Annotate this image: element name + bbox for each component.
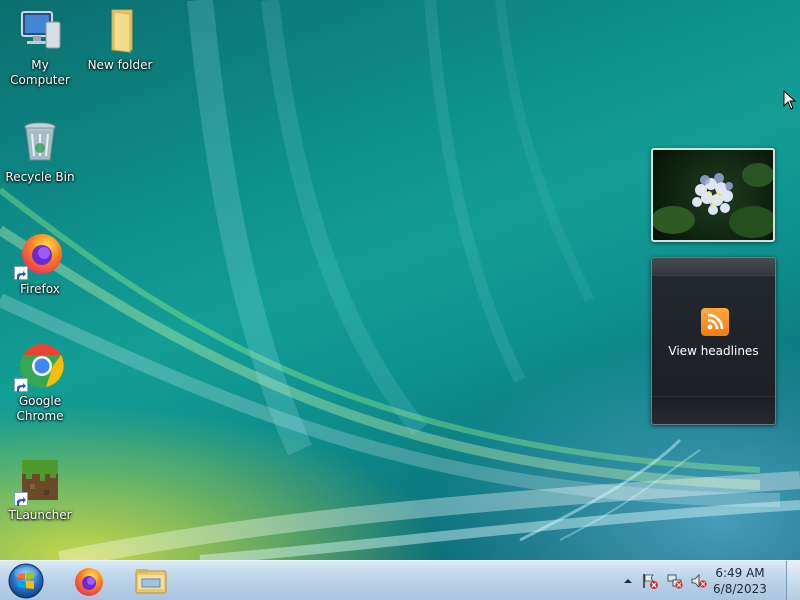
desktop-icon-recycle-bin[interactable]: Recycle Bin	[0, 118, 80, 185]
minecraft-grass-icon	[14, 456, 64, 506]
network-icon[interactable]	[667, 573, 683, 589]
mouse-cursor-icon	[783, 90, 797, 110]
taskbar-explorer-button[interactable]	[126, 563, 176, 599]
feed-headlines-gadget[interactable]: View headlines	[651, 257, 776, 425]
desktop-icon-label: My Computer	[10, 58, 70, 87]
recycle-bin-icon	[16, 118, 64, 166]
taskbar-firefox-button[interactable]	[64, 563, 114, 599]
windows-explorer-icon	[135, 569, 167, 594]
windows-orb-icon	[8, 563, 44, 599]
gadget-header	[652, 258, 775, 276]
desktop-icon-google-chrome[interactable]: Google Chrome	[0, 342, 80, 424]
shortcut-arrow-icon	[14, 266, 28, 280]
desktop-icon-label: TLauncher	[8, 508, 72, 522]
firefox-icon	[75, 568, 103, 596]
volume-muted-icon[interactable]	[691, 573, 707, 589]
rss-icon[interactable]	[701, 308, 729, 336]
action-center-flag-icon[interactable]	[642, 573, 658, 589]
clock-date: 6/8/2023	[713, 582, 767, 596]
taskbar-clock[interactable]: 6:49 AM 6/8/2023	[708, 565, 772, 597]
clock-time: 6:49 AM	[715, 566, 765, 580]
desktop-icon-label: Google Chrome	[16, 394, 64, 423]
gadget-footer	[652, 396, 775, 424]
taskbar: 6:49 AM 6/8/2023	[0, 560, 800, 600]
shortcut-arrow-icon	[14, 378, 28, 392]
show-hidden-icons-arrow-icon[interactable]	[620, 573, 636, 589]
desktop-icon-label: Firefox	[20, 282, 60, 296]
start-button[interactable]	[6, 562, 46, 600]
desktop-icon-new-folder[interactable]: New folder	[80, 6, 160, 73]
desktop-icon-tlauncher[interactable]: TLauncher	[0, 456, 80, 523]
slideshow-gadget[interactable]	[651, 148, 775, 242]
firefox-icon	[14, 230, 64, 280]
hydrangea-photo	[653, 163, 773, 238]
folder-icon	[96, 6, 144, 54]
desktop-icon-firefox[interactable]: Firefox	[0, 230, 80, 297]
view-headlines-link[interactable]: View headlines	[652, 344, 775, 358]
desktop-icon-my-computer[interactable]: My Computer	[0, 6, 80, 88]
computer-icon	[16, 6, 64, 54]
shortcut-arrow-icon	[14, 492, 28, 506]
desktop-icon-label: New folder	[87, 58, 153, 72]
chrome-icon	[14, 342, 64, 392]
show-desktop-button[interactable]	[786, 561, 800, 600]
desktop-icon-label: Recycle Bin	[5, 170, 75, 184]
